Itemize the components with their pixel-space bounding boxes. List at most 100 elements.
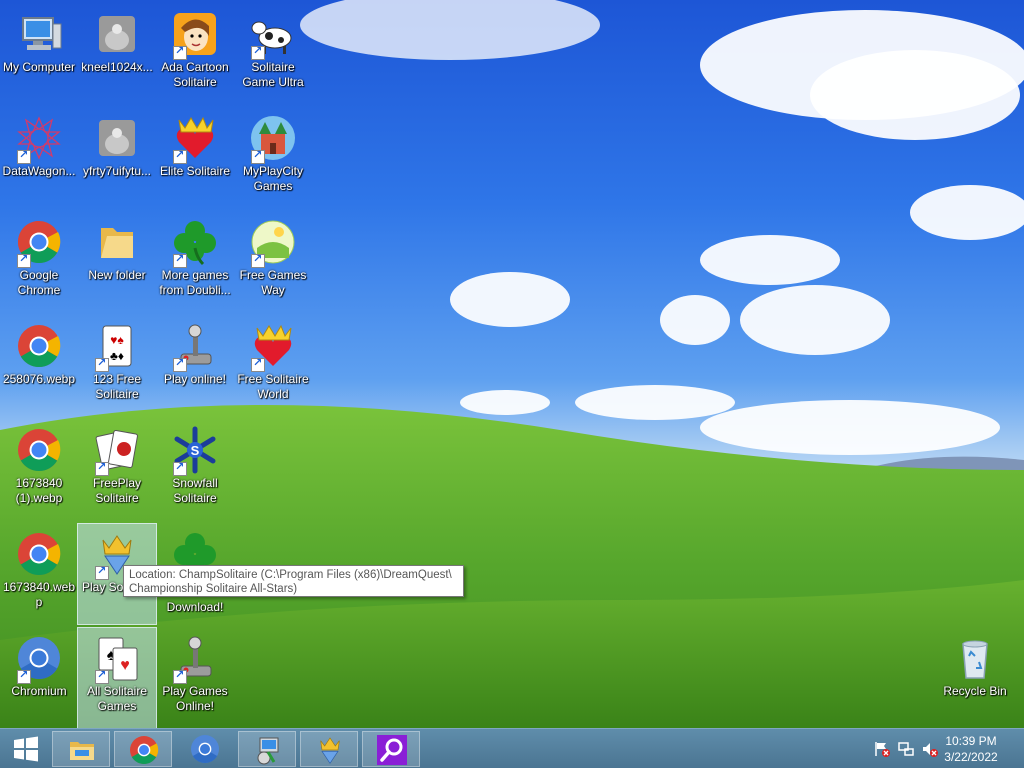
chromium-icon — [191, 735, 219, 764]
desktop-icon-free-games-way[interactable]: Free Games Way — [234, 212, 312, 312]
icon-label: Download! — [166, 600, 224, 614]
taskbar: 10:39 PM 3/22/2022 — [0, 728, 1024, 768]
icon-label: Solitaire Game Ultra — [242, 60, 304, 89]
file-explorer-icon — [70, 742, 94, 760]
shortcut-arrow-icon — [95, 668, 109, 684]
desktop-icon-more-games[interactable]: More games from Doubli... — [156, 212, 234, 312]
chrome-icon — [18, 533, 61, 576]
desktop-icon-123-free-solitaire[interactable]: ♥♠ ♣♦ 123 Free Solitaire — [78, 316, 156, 416]
icon-label: My Computer — [2, 60, 76, 74]
chrome-icon — [18, 429, 61, 472]
desktop-icon-recycle-bin[interactable]: Recycle Bin — [936, 628, 1014, 728]
icon-label: DataWagon... — [2, 164, 76, 178]
shortcut-arrow-icon — [173, 44, 187, 60]
clock-date: 3/22/2022 — [944, 750, 998, 764]
solitaire-crown-icon — [320, 737, 340, 764]
desktop-icon-1673840-webp[interactable]: 1673840.webp — [0, 524, 78, 624]
desktop-icon-myplaycity-games[interactable]: MyPlayCity Games — [234, 108, 312, 208]
shortcut-arrow-icon — [95, 460, 109, 476]
computer-icon — [22, 17, 62, 50]
shortcut-arrow-icon — [251, 44, 265, 60]
search-magnifier-icon — [377, 735, 407, 765]
shortcut-arrow-icon — [95, 356, 109, 372]
shortcut-arrow-icon — [173, 252, 187, 268]
start-button[interactable] — [0, 731, 48, 767]
shortcut-arrow-icon — [173, 460, 187, 476]
icon-label: 1673840 (1).webp — [15, 476, 63, 505]
icon-label: 1673840.webp — [2, 580, 76, 609]
desktop-icon-google-chrome[interactable]: Google Chrome — [0, 212, 78, 312]
desktop-icon-all-solitaire-games[interactable]: ♠♥ All Solitaire Games — [77, 627, 157, 728]
icon-label: Google Chrome — [17, 268, 61, 297]
clock-time: 10:39 PM — [945, 734, 997, 748]
recycle-bin-icon — [962, 640, 988, 679]
icon-label: Recycle Bin — [943, 684, 1007, 698]
image-file-icon — [99, 16, 135, 52]
chrome-icon — [18, 325, 61, 368]
icon-label: Free Games Way — [239, 268, 307, 297]
desktop-icon-datawagon[interactable]: DataWagon... — [0, 108, 78, 208]
icon-label: All Solitaire Games — [86, 684, 148, 713]
desktop-icon-solitaire-game-ultra[interactable]: Solitaire Game Ultra — [234, 4, 312, 104]
taskbar-installer[interactable] — [238, 731, 296, 767]
desktop-icon-chromium[interactable]: Chromium — [0, 628, 78, 728]
svg-text:♥♠: ♥♠ — [110, 333, 124, 347]
shortcut-arrow-icon — [173, 356, 187, 372]
action-center-flag-icon[interactable] — [873, 740, 891, 758]
icon-label: New folder — [88, 268, 146, 282]
desktop-icon-elite-solitaire[interactable]: Elite Solitaire — [156, 108, 234, 208]
icon-label: 258076.webp — [2, 372, 76, 386]
icon-label: Elite Solitaire — [159, 164, 231, 178]
desktop-icon-ada-cartoon-solitaire[interactable]: Ada Cartoon Solitaire — [156, 4, 234, 104]
desktop-icon-freeplay-solitaire[interactable]: FreePlay Solitaire — [78, 420, 156, 520]
tooltip-line-1: Location: ChampSolitaire (C:\Program Fil… — [129, 569, 452, 581]
svg-text:S: S — [191, 443, 200, 458]
icon-label: Free Solitaire World — [237, 372, 309, 401]
icon-label: Play Games Online! — [162, 684, 228, 713]
desktop-icon-snowfall-solitaire[interactable]: S Snowfall Solitaire — [156, 420, 234, 520]
desktop-icon-free-solitaire-world[interactable]: Free Solitaire World — [234, 316, 312, 416]
desktop-icon-1673840-1-webp[interactable]: 1673840 (1).webp — [0, 420, 78, 520]
tooltip-line-2: Championship Solitaire All-Stars) — [129, 583, 298, 595]
desktop-icon-play-online[interactable]: Play online! — [156, 316, 234, 416]
taskbar-file-explorer[interactable] — [52, 731, 110, 767]
desktop[interactable]: My Computer DataWagon... Google Chrome 2… — [0, 0, 1024, 728]
desktop-icon-kneel[interactable]: kneel1024x... — [78, 4, 156, 104]
folder-icon — [101, 228, 133, 258]
shortcut-arrow-icon — [173, 668, 187, 684]
shortcut-arrow-icon — [95, 564, 109, 580]
icon-label: Chromium — [11, 684, 67, 698]
image-file-icon — [99, 120, 135, 156]
icon-label: FreePlay Solitaire — [92, 476, 142, 505]
taskbar-clock[interactable]: 10:39 PM 3/22/2022 — [936, 733, 1006, 765]
svg-text:♥: ♥ — [120, 657, 130, 674]
icon-label: Play online! — [163, 372, 227, 386]
desktop-icon-yfrty[interactable]: yfrty7uifytu... — [78, 108, 156, 208]
icon-label: Snowfall Solitaire — [172, 476, 218, 505]
icon-tooltip: Location: ChampSolitaire (C:\Program Fil… — [123, 565, 464, 597]
taskbar-chrome[interactable] — [114, 731, 172, 767]
taskbar-solitaire[interactable] — [300, 731, 358, 767]
desktop-icon-my-computer[interactable]: My Computer — [0, 4, 78, 104]
icon-label: kneel1024x... — [81, 60, 153, 74]
shortcut-arrow-icon — [251, 148, 265, 164]
taskbar-search-app[interactable] — [362, 731, 420, 767]
shortcut-arrow-icon — [251, 356, 265, 372]
icon-label: Ada Cartoon Solitaire — [161, 60, 229, 89]
taskbar-chromium[interactable] — [176, 731, 234, 767]
shortcut-arrow-icon — [251, 252, 265, 268]
shortcut-arrow-icon — [173, 148, 187, 164]
installer-icon — [257, 737, 279, 765]
network-icon[interactable] — [897, 740, 915, 758]
svg-text:♣♦: ♣♦ — [110, 349, 124, 363]
shortcut-arrow-icon — [17, 668, 31, 684]
shortcut-arrow-icon — [17, 252, 31, 268]
desktop-icon-258076-webp[interactable]: 258076.webp — [0, 316, 78, 416]
desktop-icon-new-folder[interactable]: New folder — [78, 212, 156, 312]
desktop-icon-play-games-online[interactable]: Play Games Online! — [156, 628, 234, 728]
shortcut-arrow-icon — [17, 148, 31, 164]
icon-label: More games from Doubli... — [159, 268, 231, 297]
icon-label: 123 Free Solitaire — [92, 372, 142, 401]
icon-label: MyPlayCity Games — [242, 164, 303, 193]
chrome-icon — [130, 736, 159, 765]
